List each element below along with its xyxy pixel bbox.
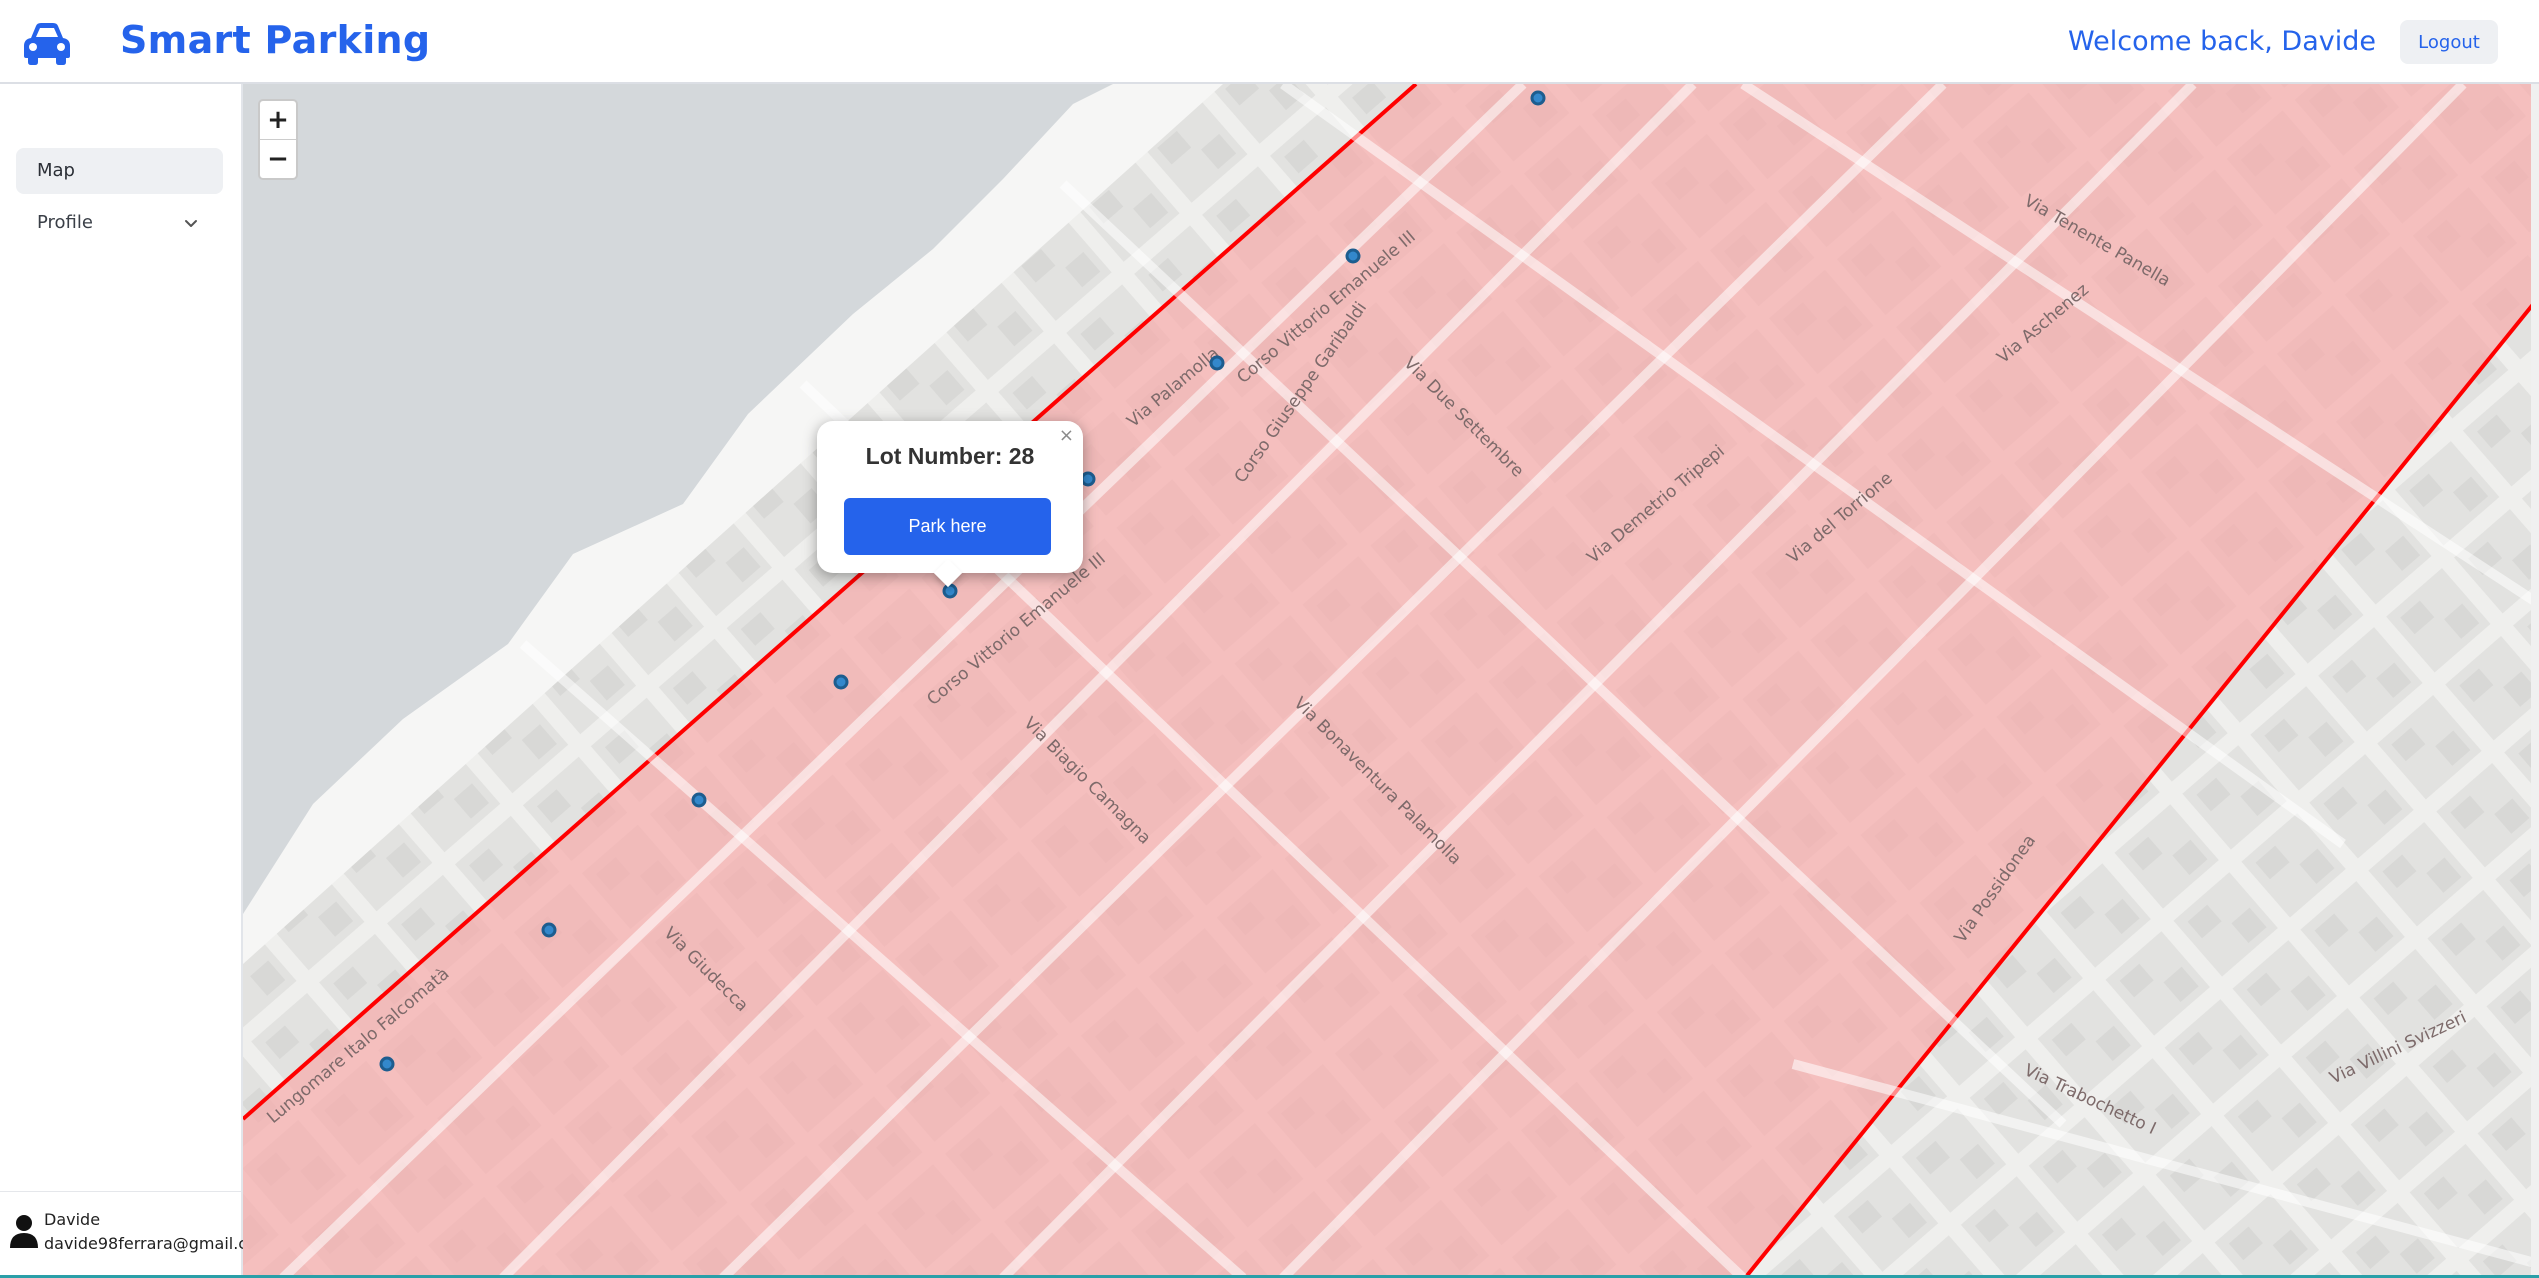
sidebar: Map Profile Davide davide98ferrara@gmail… <box>0 84 272 1278</box>
user-info: Davide davide98ferrara@gmail.com <box>0 1191 272 1278</box>
lot-popup: × Lot Number: 28 Park here <box>817 421 1083 588</box>
parking-marker[interactable] <box>379 1056 395 1072</box>
parking-marker[interactable] <box>1530 90 1546 106</box>
app-title: Smart Parking <box>120 18 431 62</box>
sidebar-item-label: Profile <box>37 212 93 233</box>
sidebar-item-map[interactable]: Map <box>16 148 223 194</box>
parking-marker[interactable] <box>1209 355 1225 371</box>
parking-marker[interactable] <box>1345 248 1361 264</box>
sidebar-item-label: Map <box>37 160 75 181</box>
park-here-button[interactable]: Park here <box>844 498 1051 555</box>
lot-number-title: Lot Number: 28 <box>865 443 1035 469</box>
user-email: davide98ferrara@gmail.com <box>44 1234 273 1253</box>
parking-marker[interactable] <box>691 792 707 808</box>
user-name: Davide <box>44 1210 101 1229</box>
sidebar-item-profile[interactable]: Profile <box>16 200 223 246</box>
scrollbar[interactable] <box>2531 84 2539 1278</box>
parking-marker[interactable] <box>541 922 557 938</box>
zoom-control: + − <box>258 99 298 180</box>
logout-button[interactable]: Logout <box>2400 20 2498 64</box>
parking-marker[interactable] <box>833 674 849 690</box>
parking-marker[interactable] <box>942 583 958 599</box>
welcome-message: Welcome back, Davide <box>2068 26 2376 57</box>
car-icon <box>24 23 70 65</box>
map-view[interactable]: Lungomare Italo Falcomatà Corso Vittorio… <box>243 84 2539 1278</box>
user-icon <box>10 1215 38 1248</box>
zoom-in-button[interactable]: + <box>260 101 296 139</box>
app-header: Smart Parking Welcome back, Davide Logou… <box>0 0 2539 84</box>
chevron-down-icon <box>185 220 197 227</box>
map-tiles: Lungomare Italo Falcomatà Corso Vittorio… <box>243 84 2539 1278</box>
parking-marker[interactable] <box>1080 471 1096 487</box>
zoom-out-button[interactable]: − <box>260 139 296 178</box>
